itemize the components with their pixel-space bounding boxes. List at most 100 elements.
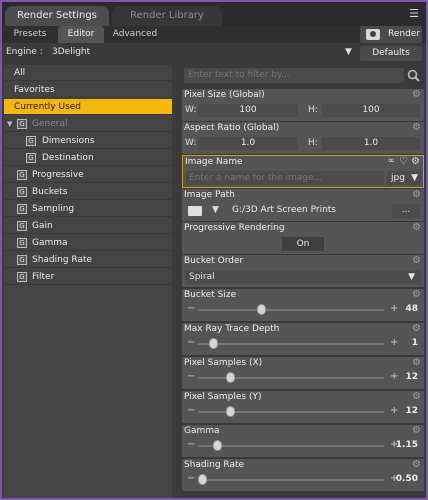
prop-title: Image Name [185,157,243,167]
browse-button[interactable]: ... [392,204,420,218]
prop-title: Progressive Rendering [184,223,285,233]
filter-input[interactable] [184,68,404,83]
progressive-toggle[interactable]: On [282,237,324,251]
properties-panel: Pixel Size (Global) ⚙ W: 100 H: 100 Aspe… [180,65,426,498]
sidebar-item-shading-rate[interactable]: G Shading Rate [4,252,172,268]
tab-advanced[interactable]: Advanced [106,26,164,43]
decrement-icon[interactable]: − [187,337,195,348]
sidebar-item-progressive[interactable]: G Progressive [4,167,172,183]
sidebar-item-label: Progressive [32,170,84,180]
gear-icon[interactable]: ⚙ [412,256,422,266]
gear-icon[interactable]: ⚙ [412,460,422,470]
slider-handle[interactable] [208,338,218,349]
slider-handle[interactable] [257,304,267,315]
tab-editor[interactable]: Editor [58,26,104,43]
extension-select[interactable]: jpg ▼ [387,171,421,185]
sidebar-item-currently-used[interactable]: Currently Used [4,99,172,115]
prop-pixel-samples-y: Pixel Samples (Y) ⚙ − + 12 [182,391,424,423]
sidebar-item-label: Destination [42,153,94,163]
prop-aspect-ratio: Aspect Ratio (Global) ⚙ W: 1.0 H: 1.0 [182,122,424,154]
increment-icon[interactable]: + [390,337,398,348]
slider-handle[interactable] [225,372,235,383]
extension-value: jpg [391,173,405,183]
slider-handle[interactable] [212,440,222,451]
decrement-icon[interactable]: − [187,439,195,450]
increment-icon[interactable]: + [390,371,398,382]
heart-icon[interactable]: ♡ [399,156,408,167]
sidebar-item-filter[interactable]: G Filter [4,269,172,285]
image-path-value[interactable]: G:/3D Art Screen Prints [232,205,336,215]
chevron-down-icon[interactable]: ▼ [212,205,219,215]
group-icon: G [17,255,27,265]
slider-track[interactable] [198,309,384,311]
engine-row: Engine : 3Delight ▼ Defaults [2,44,426,63]
chevron-down-icon[interactable]: ▼ [345,47,352,57]
panel-menu-icon[interactable]: ☰ [408,8,420,20]
tab-render-library[interactable]: Render Library [112,6,222,26]
sidebar-item-gamma[interactable]: G Gamma [4,235,172,251]
gear-icon[interactable]: ⚙ [412,190,422,200]
gear-icon[interactable]: ⚙ [412,90,422,100]
aspect-height-field[interactable]: 1.0 [322,137,420,150]
slider-handle[interactable] [225,406,235,417]
expand-triangle-icon[interactable]: ▼ [7,116,12,132]
gear-icon[interactable]: ⚙ [412,392,422,402]
gear-icon[interactable]: ⚙ [412,223,422,233]
camera-icon [366,29,380,40]
sidebar-item-all[interactable]: All [4,65,172,81]
slider-track[interactable] [198,445,384,447]
prop-title: Image Path [184,190,235,200]
sidebar-item-favorites[interactable]: Favorites [4,82,172,98]
group-icon: G [17,272,27,282]
folder-icon[interactable] [188,206,202,216]
pixel-samples-y-value[interactable]: 12 [405,406,418,416]
sidebar-item-destination[interactable]: G Destination [4,150,172,166]
render-button[interactable]: Render [360,26,422,43]
image-name-input[interactable] [186,171,384,185]
sidebar-item-buckets[interactable]: G Buckets [4,184,172,200]
slider-track[interactable] [198,479,384,481]
prop-title: Max Ray Trace Depth [184,324,280,334]
gamma-value[interactable]: 1.15 [396,440,418,450]
sidebar-item-label: All [14,68,26,78]
prop-bucket-size: Bucket Size ⚙ − + 48 [182,289,424,321]
decrement-icon[interactable]: − [187,473,195,484]
increment-icon[interactable]: + [390,405,398,416]
aspect-width-field[interactable]: 1.0 [198,137,298,150]
shading-rate-value[interactable]: 0.50 [396,474,418,484]
group-icon: G [17,187,27,197]
sidebar-item-dimensions[interactable]: G Dimensions [4,133,172,149]
gear-icon[interactable]: ⚙ [412,358,422,368]
sidebar-item-gain[interactable]: G Gain [4,218,172,234]
defaults-button[interactable]: Defaults [360,46,422,61]
height-label: H: [308,105,318,115]
decrement-icon[interactable]: − [187,371,195,382]
decrement-icon[interactable]: − [187,303,195,314]
search-icon[interactable] [406,68,422,83]
prop-pixel-samples-x: Pixel Samples (X) ⚙ − + 12 [182,357,424,389]
prop-shading-rate: Shading Rate ⚙ − + 0.50 [182,459,424,491]
prop-title: Shading Rate [184,460,245,470]
sidebar-item-general[interactable]: ▼ G General [4,116,172,132]
pixel-height-field[interactable]: 100 [322,104,420,117]
max-ray-depth-value[interactable]: 1 [412,338,418,348]
bucket-order-select[interactable]: Spiral ▼ [185,270,421,284]
slider-handle[interactable] [197,474,207,485]
pixel-samples-x-value[interactable]: 12 [405,372,418,382]
engine-select[interactable]: 3Delight [52,47,90,57]
gear-icon[interactable]: ⚙ [412,123,422,133]
gear-icon[interactable]: ⚙ [412,324,422,334]
slider-track[interactable] [198,343,384,345]
bucket-size-value[interactable]: 48 [405,304,418,314]
gear-icon[interactable]: ⚙ [412,426,422,436]
tab-render-settings[interactable]: Render Settings [5,6,109,26]
gear-icon[interactable]: ⚙ [411,157,421,167]
tab-presets[interactable]: Presets [4,26,56,43]
increment-icon[interactable]: + [390,303,398,314]
prop-image-name: Image Name ∞ ♡ ⚙ jpg ▼ [182,155,424,188]
decrement-icon[interactable]: − [187,405,195,416]
link-icon[interactable]: ∞ [388,156,396,166]
gear-icon[interactable]: ⚙ [412,290,422,300]
pixel-width-field[interactable]: 100 [198,104,298,117]
sidebar-item-sampling[interactable]: G Sampling [4,201,172,217]
